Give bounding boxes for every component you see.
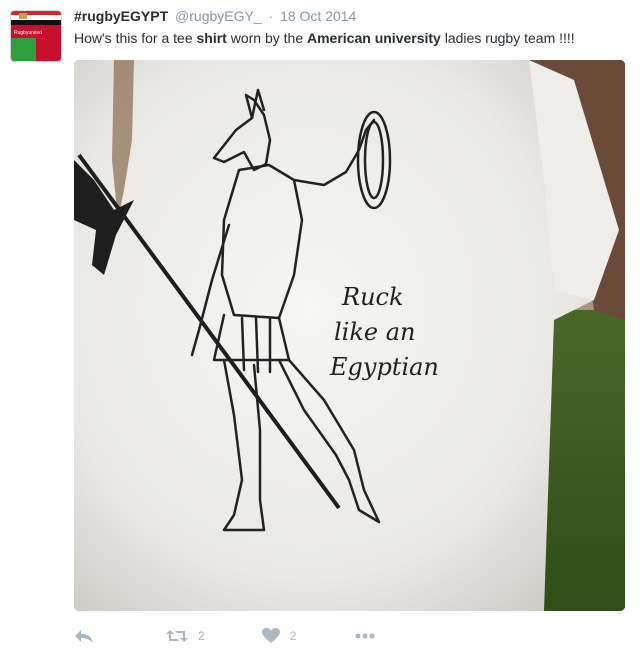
shirt-text-line3: Egyptian [329,353,439,381]
account-username[interactable]: @rugbyEGY_ [175,8,262,24]
shirt-text-line2: like an [334,318,416,346]
like-count: 2 [289,629,297,643]
more-button[interactable] [355,633,375,639]
tweet-text-part: How's this for a tee [74,30,197,46]
tweet-header: #rugbyEGYPT @rugbyEGY_ · 18 Oct 2014 [74,8,630,24]
account-fullname[interactable]: #rugbyEGYPT [74,8,168,24]
tweet-text-part: ladies rugby team !!!! [440,30,575,46]
avatar[interactable]: Rugbyunited [10,10,62,62]
retweet-icon [166,630,188,642]
more-dots-icon [355,633,375,639]
tweet-actions: 2 2 [74,624,630,648]
tweet: Rugbyunited #rugbyEGYPT @rugbyEGY_ · 18 … [0,0,640,656]
tweet-text-bold: American university [307,30,441,46]
tweet-photo[interactable]: Ruck like an Egyptian [74,60,625,611]
shirt-photo: Ruck like an Egyptian [74,60,625,611]
separator-dot: · [268,8,274,24]
retweet-count: 2 [198,629,205,643]
reply-button[interactable] [74,628,94,644]
retweet-button[interactable]: 2 [166,628,205,644]
avatar-label: Rugbyunited [14,30,42,36]
reply-icon [75,630,93,643]
like-button[interactable]: 2 [261,628,297,644]
heart-icon [261,628,280,643]
tweet-text-bold: shirt [196,30,227,46]
tweet-timestamp[interactable]: 18 Oct 2014 [280,8,356,24]
tweet-text-part: worn by the [226,30,307,46]
avatar-image: Rugbyunited [11,11,61,61]
shirt-text-line1: Ruck [341,283,404,311]
tweet-text: How's this for a tee shirt worn by the A… [74,28,630,48]
